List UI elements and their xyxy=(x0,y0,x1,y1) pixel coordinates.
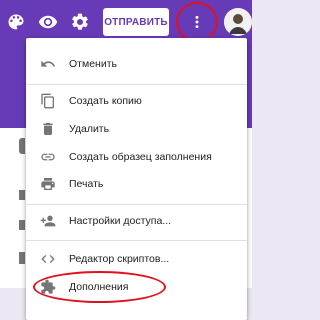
menu-item-undo[interactable]: Отменить xyxy=(26,51,247,77)
menu-divider xyxy=(26,204,247,205)
more-options-menu: Отменить Создать копию Удалить Создать о… xyxy=(26,38,247,320)
menu-item-copy[interactable]: Создать копию xyxy=(26,88,247,114)
more-options-button[interactable] xyxy=(177,6,217,38)
menu-item-script-editor[interactable]: Редактор скриптов... xyxy=(26,246,247,272)
add-people-icon xyxy=(40,213,56,229)
menu-item-print[interactable]: Печать xyxy=(26,171,247,197)
link-icon xyxy=(40,149,56,165)
menu-divider xyxy=(26,84,247,85)
menu-item-label: Печать xyxy=(69,178,104,190)
menu-item-prefilled-link[interactable]: Создать образец заполнения xyxy=(26,144,247,170)
more-vert-icon xyxy=(195,15,199,29)
menu-item-label: Отменить xyxy=(69,58,117,70)
menu-item-label: Настройки доступа... xyxy=(69,215,172,227)
menu-divider xyxy=(26,240,247,241)
printer-icon xyxy=(40,176,56,192)
trash-icon xyxy=(40,121,56,137)
eye-icon[interactable] xyxy=(38,12,58,32)
menu-item-label: Удалить xyxy=(69,123,110,135)
menu-item-addons[interactable]: Дополнения xyxy=(26,274,247,300)
send-button[interactable]: ОТПРАВИТЬ xyxy=(103,8,169,36)
form-card-edge-left xyxy=(0,128,28,288)
menu-item-label: Редактор скриптов... xyxy=(69,253,170,265)
menu-item-delete[interactable]: Удалить xyxy=(26,116,247,142)
menu-item-label: Создать образец заполнения xyxy=(69,151,212,163)
undo-icon xyxy=(40,56,56,72)
code-icon xyxy=(40,251,56,267)
avatar[interactable] xyxy=(224,8,252,36)
palette-icon[interactable] xyxy=(6,12,26,32)
copy-icon xyxy=(40,93,56,109)
gear-icon[interactable] xyxy=(70,12,90,32)
menu-item-label: Создать копию xyxy=(69,95,142,107)
menu-item-sharing[interactable]: Настройки доступа... xyxy=(26,208,247,234)
puzzle-icon xyxy=(40,279,56,295)
menu-item-label: Дополнения xyxy=(69,281,129,293)
